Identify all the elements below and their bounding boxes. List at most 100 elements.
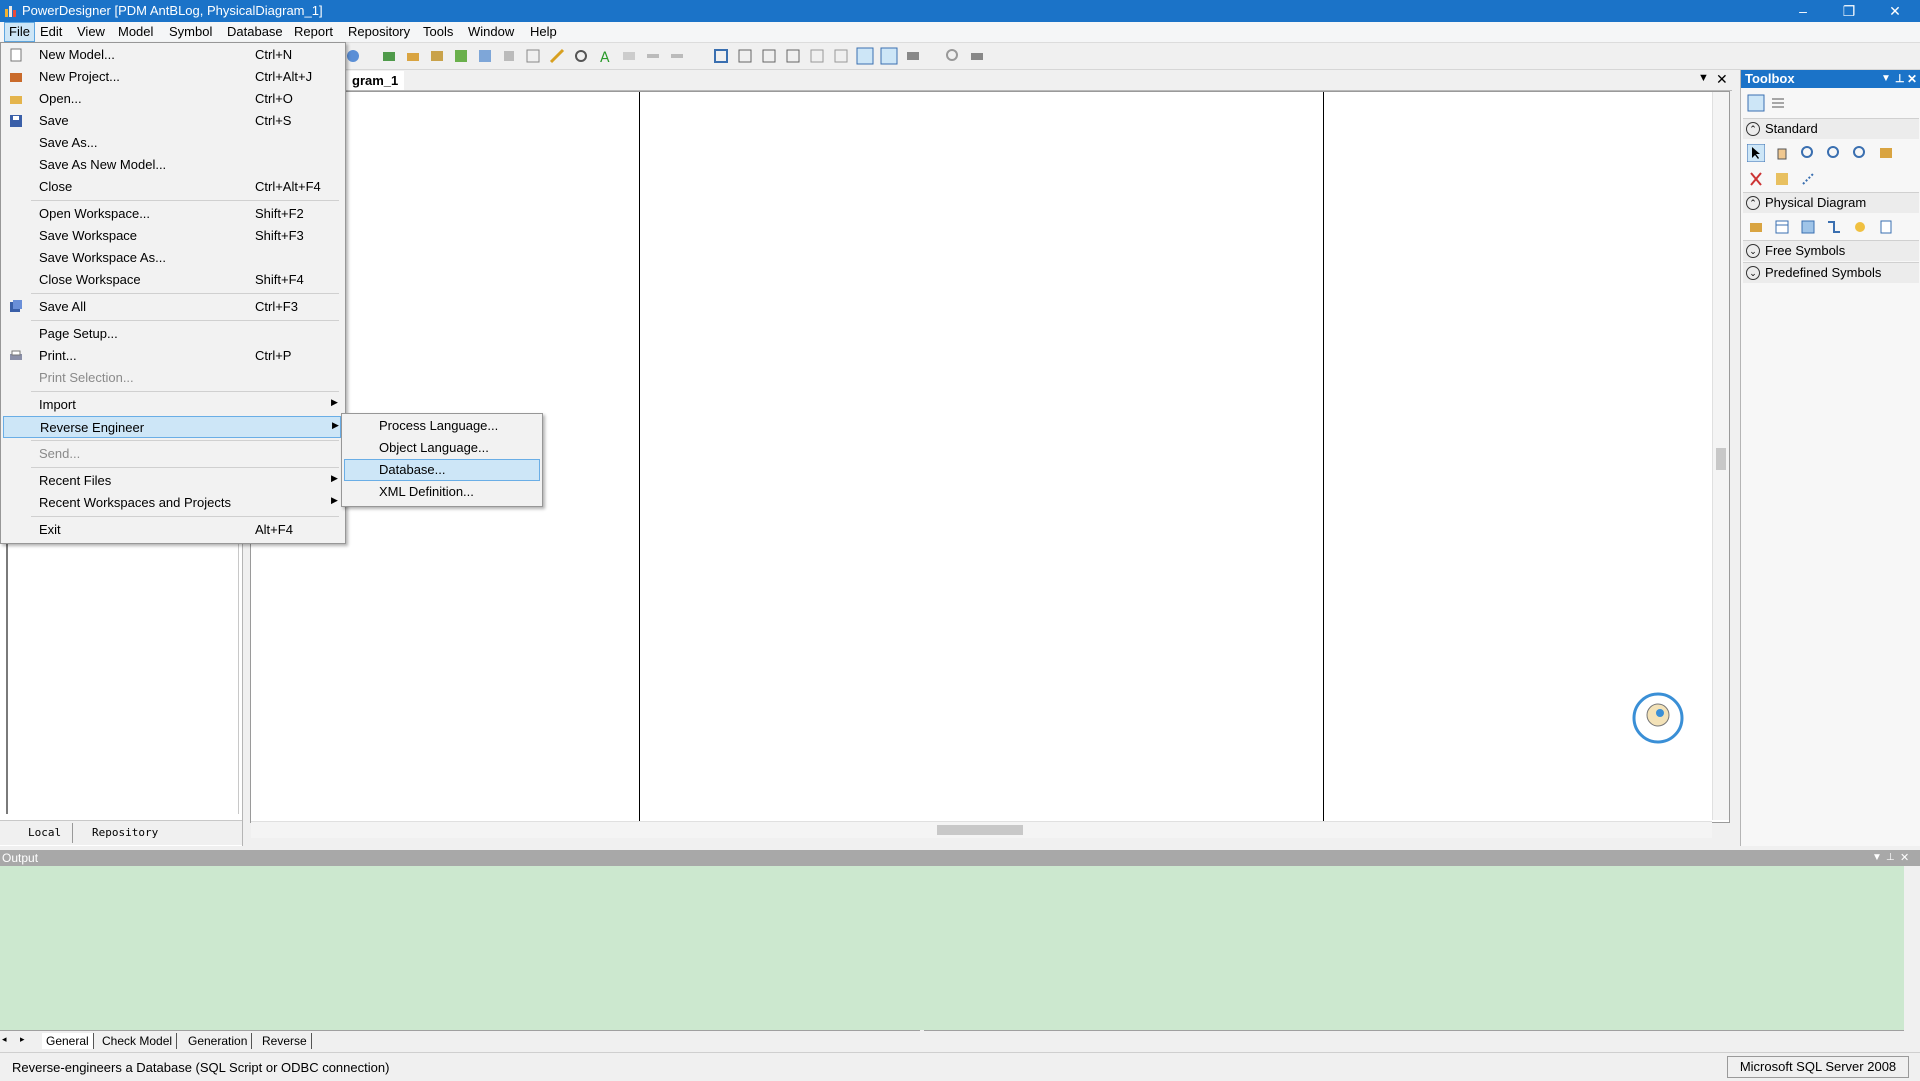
diagram-tab[interactable]: gram_1 — [346, 71, 405, 90]
pin-icon[interactable]: ⊥ — [1886, 850, 1895, 866]
toolbar-properties-icon[interactable] — [904, 47, 922, 65]
scroll-thumb[interactable] — [937, 825, 1023, 835]
scroll-left-icon[interactable]: ◂ — [2, 1034, 7, 1045]
tab-generation[interactable]: Generation — [184, 1033, 253, 1049]
toolbox-dropdown-icon[interactable]: ▼ — [1881, 70, 1891, 88]
icon-view-icon[interactable] — [1747, 94, 1765, 112]
toolbar-pencil-icon[interactable] — [548, 47, 566, 65]
menu-item-save-as-new-model[interactable]: Save As New Model... — [3, 154, 341, 176]
paste-tool-icon[interactable] — [1773, 170, 1791, 188]
reference-tool-icon[interactable] — [1825, 218, 1843, 236]
output-close-icon[interactable]: ✕ — [1900, 850, 1909, 866]
toolbar-distribute-icon[interactable] — [832, 47, 850, 65]
menu-view[interactable]: View — [73, 23, 109, 41]
toolbox-close-icon[interactable]: ✕ — [1907, 70, 1917, 88]
pin-icon[interactable]: ⊥ — [1895, 70, 1905, 88]
toolbar-select-icon[interactable] — [856, 47, 874, 65]
toolbar-page-icon[interactable] — [760, 47, 778, 65]
toolbar-grid-icon[interactable] — [524, 47, 542, 65]
assistant-icon[interactable] — [1631, 691, 1685, 745]
menu-item-save[interactable]: Save Ctrl+S — [3, 110, 341, 132]
output-horizontal-scrollbar[interactable] — [924, 1030, 1904, 1051]
menu-item-close[interactable]: Close Ctrl+Alt+F4 — [3, 176, 341, 198]
tab-general[interactable]: General — [42, 1033, 94, 1049]
minimize-button[interactable]: – — [1780, 0, 1826, 22]
list-view-icon[interactable] — [1769, 94, 1787, 112]
table-tool-icon[interactable] — [1773, 218, 1791, 236]
scroll-thumb[interactable] — [1716, 448, 1726, 470]
zoom-icon[interactable] — [1851, 144, 1869, 162]
toolbox-section-predefined-symbols[interactable]: ⌄ Predefined Symbols — [1743, 262, 1919, 283]
menu-item-save-all[interactable]: Save All Ctrl+F3 — [3, 296, 341, 318]
menu-file[interactable]: File — [4, 22, 35, 42]
toolbar-folder-icon[interactable] — [404, 47, 422, 65]
toolbar-refresh-icon[interactable] — [452, 47, 470, 65]
submenu-item-process-language[interactable]: Process Language... — [344, 415, 540, 437]
menu-item-new-model[interactable]: New Model... Ctrl+N — [3, 44, 341, 66]
toolbar-square-icon[interactable] — [500, 47, 518, 65]
toolbar-globe-icon[interactable] — [344, 47, 362, 65]
output-dropdown-icon[interactable]: ▼ — [1872, 850, 1882, 866]
toolbar-check-icon[interactable] — [476, 47, 494, 65]
cut-tool-icon[interactable] — [1747, 170, 1765, 188]
toolbar-redo-icon[interactable] — [668, 47, 686, 65]
submenu-item-database[interactable]: Database... — [344, 459, 540, 481]
toolbar-zoom-fit-icon[interactable] — [712, 47, 730, 65]
tab-dropdown-icon[interactable]: ▼ — [1698, 72, 1709, 84]
menu-item-print[interactable]: Print... Ctrl+P — [3, 345, 341, 367]
menu-tools[interactable]: Tools — [419, 23, 457, 41]
canvas-horizontal-scrollbar[interactable] — [251, 821, 1712, 838]
toolbar-align-icon[interactable] — [808, 47, 826, 65]
menu-window[interactable]: Window — [464, 23, 518, 41]
menu-symbol[interactable]: Symbol — [165, 23, 216, 41]
scroll-right-icon[interactable]: ▸ — [20, 1034, 25, 1045]
menu-item-exit[interactable]: Exit Alt+F4 — [3, 519, 341, 541]
menu-item-import[interactable]: Import ▶ — [3, 394, 341, 416]
toolbar-text-icon[interactable]: A — [596, 47, 614, 65]
menu-item-page-setup[interactable]: Page Setup... — [3, 323, 341, 345]
toolbar-preview-icon[interactable] — [944, 47, 962, 65]
menu-item-save-workspace-as[interactable]: Save Workspace As... — [3, 247, 341, 269]
menu-item-recent-files[interactable]: Recent Files ▶ — [3, 470, 341, 492]
toolbar-view-icon[interactable] — [880, 47, 898, 65]
menu-edit[interactable]: Edit — [36, 23, 66, 41]
submenu-item-xml-definition[interactable]: XML Definition... — [344, 481, 540, 503]
menu-database[interactable]: Database — [223, 23, 287, 41]
menu-model[interactable]: Model — [114, 23, 157, 41]
menu-item-open-workspace[interactable]: Open Workspace... Shift+F2 — [3, 203, 341, 225]
menu-item-new-project[interactable]: New Project... Ctrl+Alt+J — [3, 66, 341, 88]
tab-check-model[interactable]: Check Model — [98, 1033, 178, 1049]
toolbar-table-icon[interactable] — [784, 47, 802, 65]
canvas-vertical-scrollbar[interactable] — [1712, 92, 1729, 820]
menu-item-save-as[interactable]: Save As... — [3, 132, 341, 154]
toolbar-link-icon[interactable] — [572, 47, 590, 65]
properties-tool-icon[interactable] — [1877, 144, 1895, 162]
close-button[interactable]: ✕ — [1872, 0, 1918, 22]
toolbar-print-icon[interactable] — [968, 47, 986, 65]
file-tool-icon[interactable] — [1877, 218, 1895, 236]
menu-help[interactable]: Help — [526, 23, 561, 41]
submenu-item-object-language[interactable]: Object Language... — [344, 437, 540, 459]
view-tool-icon[interactable] — [1799, 218, 1817, 236]
tab-reverse[interactable]: Reverse — [258, 1033, 312, 1049]
pointer-tool-icon[interactable] — [1747, 144, 1765, 162]
zoom-out-icon[interactable] — [1825, 144, 1843, 162]
procedure-tool-icon[interactable] — [1851, 218, 1869, 236]
toolbar-package-icon[interactable] — [380, 47, 398, 65]
toolbox-section-free-symbols[interactable]: ⌄ Free Symbols — [1743, 240, 1919, 261]
menu-report[interactable]: Report — [290, 23, 337, 41]
toolbox-section-physical-diagram[interactable]: ⌃ Physical Diagram — [1743, 192, 1919, 213]
toolbar-undo-icon[interactable] — [644, 47, 662, 65]
menu-item-open[interactable]: Open... Ctrl+O — [3, 88, 341, 110]
hand-tool-icon[interactable] — [1773, 144, 1791, 162]
tab-repository[interactable]: Repository — [72, 823, 158, 843]
package-tool-icon[interactable] — [1747, 218, 1765, 236]
tab-close-icon[interactable]: ✕ — [1716, 71, 1728, 88]
menu-item-save-workspace[interactable]: Save Workspace Shift+F3 — [3, 225, 341, 247]
tab-local[interactable]: Local — [8, 823, 73, 843]
menu-item-close-workspace[interactable]: Close Workspace Shift+F4 — [3, 269, 341, 291]
menu-item-reverse-engineer[interactable]: Reverse Engineer ▶ — [3, 416, 341, 438]
toolbar-insert-icon[interactable] — [620, 47, 638, 65]
menu-repository[interactable]: Repository — [344, 23, 414, 41]
link-tool-icon[interactable] — [1799, 170, 1817, 188]
